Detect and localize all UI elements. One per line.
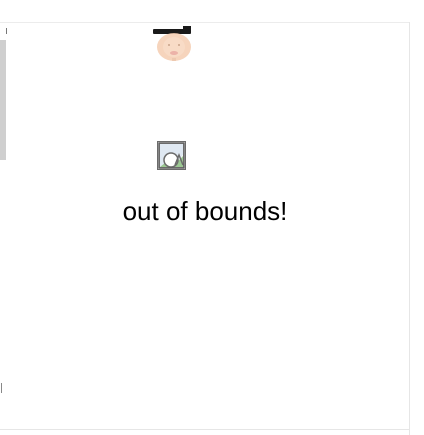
- canvas-bottom-border: [0, 429, 410, 430]
- canvas-right-border: [409, 22, 410, 435]
- canvas-top-border: [0, 22, 410, 23]
- scrollbar-thumb[interactable]: [0, 40, 6, 160]
- out-of-bounds-message: out of bounds!: [122, 196, 288, 226]
- broken-image-icon: [157, 141, 186, 170]
- scroll-tick-bottom: [1, 383, 2, 393]
- character-face-icon: [148, 20, 200, 86]
- game-viewport[interactable]: out of bounds!: [0, 0, 424, 435]
- scroll-tick-top: [6, 28, 7, 34]
